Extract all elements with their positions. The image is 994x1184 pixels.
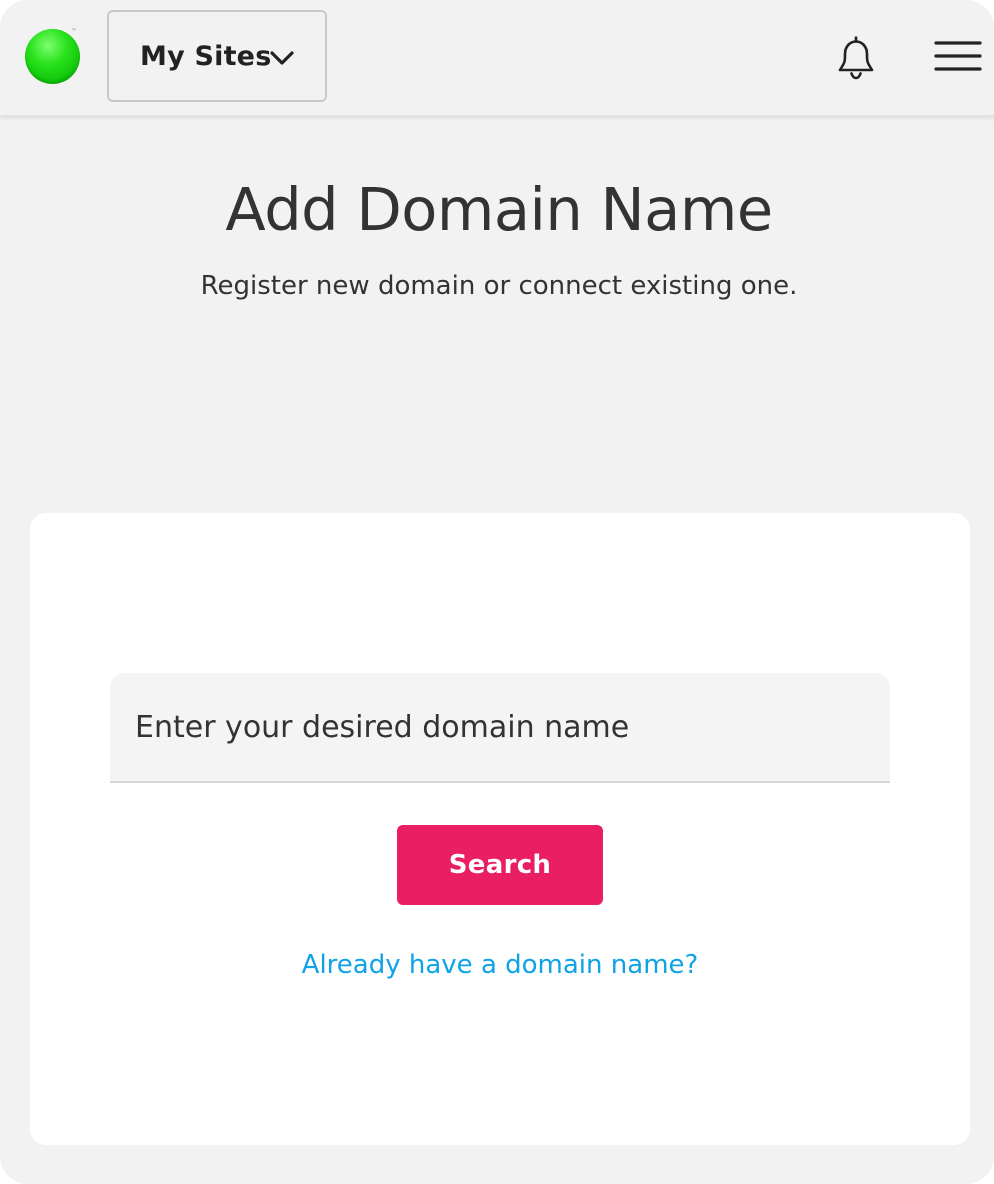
logo-trademark: ™ xyxy=(71,28,77,35)
app-frame: ™ My Sites Add Domain Name Register new … xyxy=(0,0,994,1184)
my-sites-label: My Sites xyxy=(140,40,272,72)
top-bar: ™ My Sites xyxy=(0,0,994,116)
hamburger-menu-icon[interactable] xyxy=(932,38,982,78)
my-sites-dropdown[interactable]: My Sites xyxy=(107,10,327,102)
page-title: Add Domain Name xyxy=(225,175,773,244)
domain-search-card: Search Already have a domain name? xyxy=(30,513,970,1145)
already-have-domain-link[interactable]: Already have a domain name? xyxy=(30,945,970,985)
page-subtitle: Register new domain or connect existing … xyxy=(200,271,798,301)
search-button[interactable]: Search xyxy=(397,825,603,905)
domain-name-input[interactable] xyxy=(110,673,890,783)
logo[interactable] xyxy=(25,29,80,84)
bell-icon[interactable] xyxy=(832,34,880,82)
chevron-down-icon xyxy=(270,51,294,65)
